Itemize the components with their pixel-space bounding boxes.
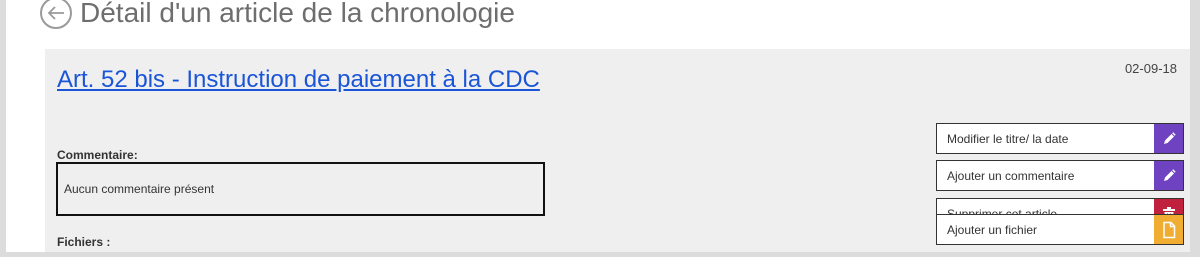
arrow-left-icon (47, 6, 64, 20)
action-label: Modifier le titre/ la date (947, 131, 1069, 146)
action-label: Ajouter un fichier (947, 222, 1038, 237)
edit-title-date-button[interactable]: Modifier le titre/ la date (936, 123, 1184, 154)
file-icon (1154, 215, 1183, 244)
article-title-link[interactable]: Art. 52 bis - Instruction de paiement à … (57, 64, 547, 96)
back-button[interactable] (40, 0, 72, 29)
pencil-icon (1154, 124, 1183, 153)
page-header: Détail d'un article de la chronologie (40, 0, 515, 40)
add-comment-button[interactable]: Ajouter un commentaire (936, 160, 1184, 191)
comment-label: Commentaire: (57, 148, 138, 162)
action-label: Ajouter un commentaire (947, 168, 1075, 183)
comment-box: Aucun commentaire présent (56, 162, 545, 216)
page-frame: Détail d'un article de la chronologie 02… (6, 0, 1190, 252)
comment-text: Aucun commentaire présent (64, 182, 215, 196)
files-label: Fichiers : (57, 235, 111, 249)
article-date: 02-09-18 (1124, 61, 1177, 76)
page-title: Détail d'un article de la chronologie (80, 0, 515, 28)
article-panel: 02-09-18 Art. 52 bis - Instruction de pa… (45, 49, 1190, 252)
pencil-icon (1154, 161, 1183, 190)
add-file-button[interactable]: Ajouter un fichier (936, 214, 1184, 245)
